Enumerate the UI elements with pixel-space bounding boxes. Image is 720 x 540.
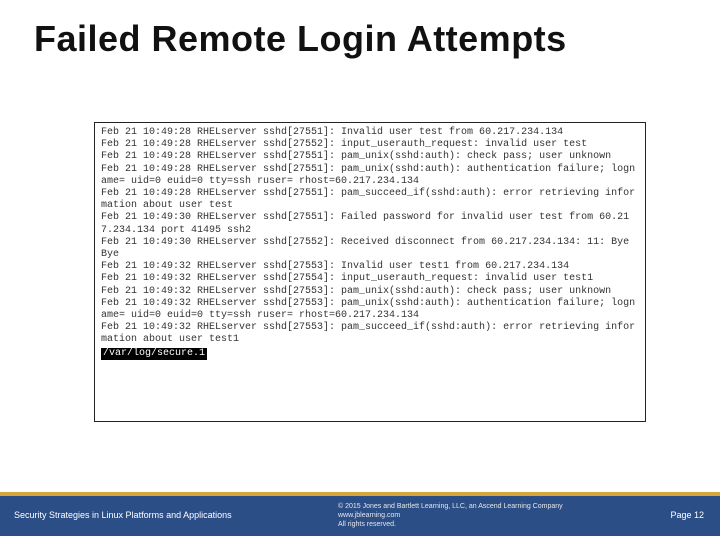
page-number: Page 12 xyxy=(670,510,704,520)
footer-left-text: Security Strategies in Linux Platforms a… xyxy=(14,510,232,520)
log-file-path: /var/log/secure.1 xyxy=(101,348,207,360)
slide: Failed Remote Login Attempts Feb 21 10:4… xyxy=(0,0,720,540)
copyright-line: © 2015 Jones and Bartlett Learning, LLC,… xyxy=(338,503,563,510)
slide-title: Failed Remote Login Attempts xyxy=(34,18,567,60)
log-output: Feb 21 10:49:28 RHELserver sshd[27551]: … xyxy=(94,122,646,422)
log-text: Feb 21 10:49:28 RHELserver sshd[27551]: … xyxy=(101,127,635,345)
copyright-rights: All rights reserved. xyxy=(338,521,396,528)
footer: Security Strategies in Linux Platforms a… xyxy=(0,492,720,536)
copyright-url: www.jblearning.com xyxy=(338,512,400,519)
footer-copyright: © 2015 Jones and Bartlett Learning, LLC,… xyxy=(338,502,563,529)
